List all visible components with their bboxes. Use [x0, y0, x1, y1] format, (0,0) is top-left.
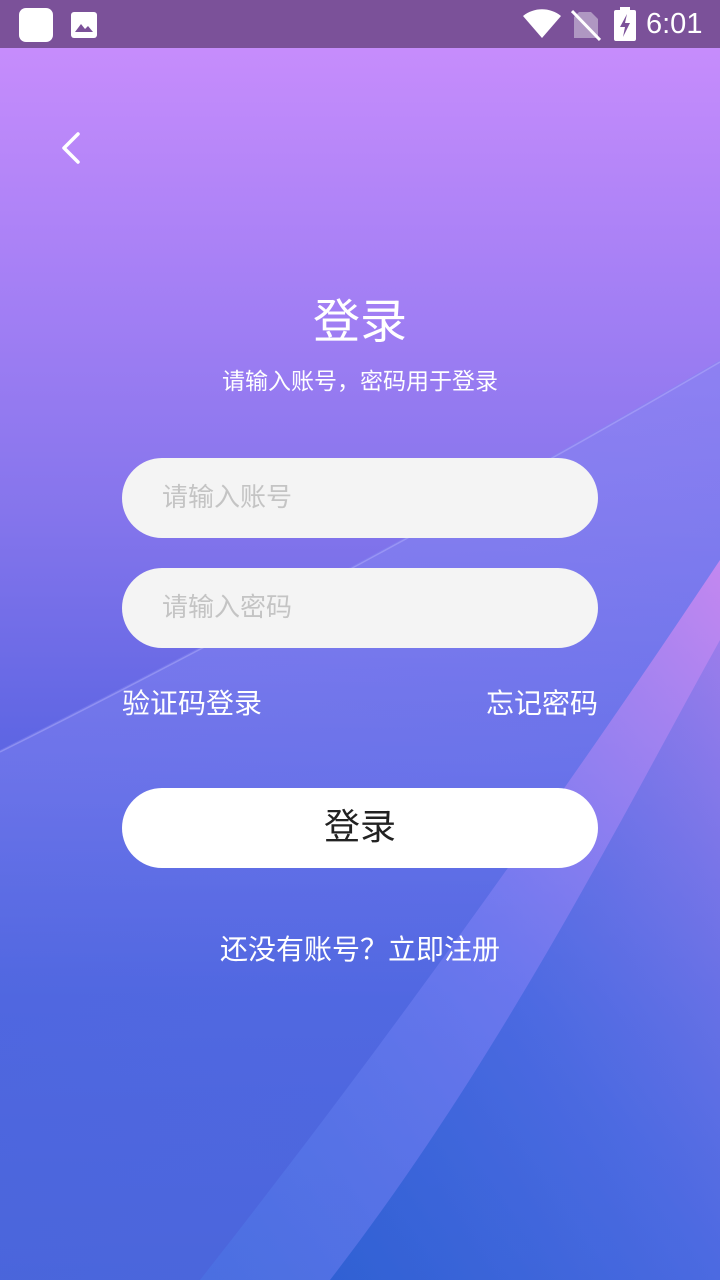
password-field — [122, 568, 598, 648]
password-input[interactable] — [122, 568, 598, 648]
wave-line — [0, 361, 720, 753]
battery-charging-icon — [614, 7, 636, 41]
page-title: 登录 — [313, 295, 407, 350]
register-link[interactable]: 还没有账号？立即注册 — [0, 930, 720, 970]
login-button[interactable]: 登录 — [122, 788, 598, 868]
forgot-password-link[interactable]: 忘记密码 — [486, 684, 598, 724]
back-button[interactable] — [46, 120, 98, 176]
wave-shape-2 — [200, 560, 720, 1280]
status-time: 6:01 — [646, 8, 703, 40]
image-icon — [71, 12, 97, 38]
status-bar: 6:01 — [0, 0, 720, 48]
no-sim-icon — [571, 9, 601, 41]
app-icon — [19, 8, 53, 42]
account-input[interactable] — [122, 458, 598, 538]
sms-login-link[interactable]: 验证码登录 — [122, 684, 262, 724]
wifi-icon — [523, 9, 561, 38]
account-field — [122, 458, 598, 538]
chevron-left-icon — [62, 132, 80, 164]
page-subtitle: 请输入账号，密码用于登录 — [222, 369, 498, 395]
